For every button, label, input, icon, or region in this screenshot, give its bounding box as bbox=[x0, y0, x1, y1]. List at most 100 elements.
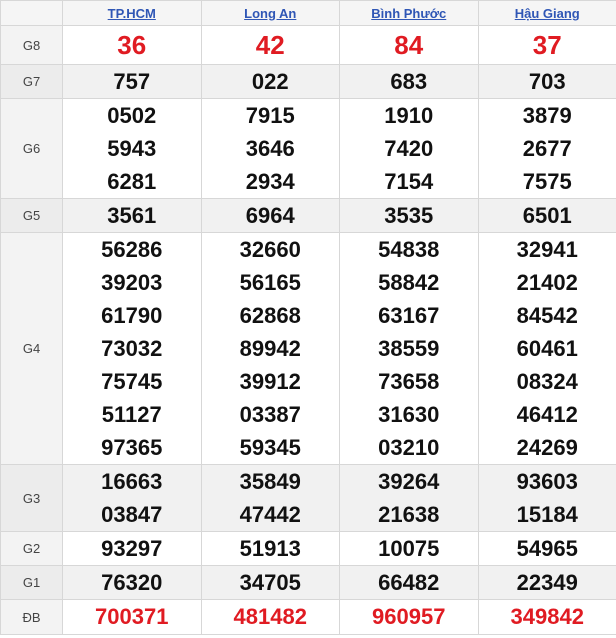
prize-cell: 36 bbox=[62, 25, 202, 65]
prize-row-g6: G6 0502 5943 6281 7915 3646 2934 1910 74… bbox=[0, 98, 616, 199]
prize-cell: 22349 bbox=[477, 565, 616, 600]
prize-number: 481482 bbox=[233, 604, 307, 629]
prize-number: 5943 bbox=[107, 136, 157, 161]
prize-number: 34705 bbox=[239, 570, 301, 595]
prize-number: 3646 bbox=[245, 136, 295, 161]
prize-number: 3535 bbox=[384, 203, 434, 228]
prize-number: 24269 bbox=[516, 435, 578, 460]
prize-cell: 703 bbox=[477, 64, 616, 99]
prize-cell: 481482 bbox=[200, 599, 340, 635]
prize-number: 51913 bbox=[239, 536, 301, 561]
prize-cell: 683 bbox=[339, 64, 479, 99]
province-link-binh-phuoc[interactable]: Bình Phước bbox=[371, 6, 446, 21]
prize-label: G1 bbox=[0, 565, 63, 600]
prize-number: 7575 bbox=[522, 169, 572, 194]
prize-number: 0502 bbox=[107, 103, 157, 128]
province-header-row: TP.HCM Long An Bình Phước Hậu Giang bbox=[0, 0, 616, 26]
prize-number: 56286 bbox=[101, 237, 163, 262]
province-link-long-an[interactable]: Long An bbox=[244, 6, 296, 21]
prize-row-g5: G5 3561 6964 3535 6501 bbox=[0, 198, 616, 233]
prize-number: 32941 bbox=[516, 237, 578, 262]
prize-number: 03387 bbox=[239, 402, 301, 427]
prize-cell: 42 bbox=[200, 25, 340, 65]
prize-number: 03210 bbox=[378, 435, 440, 460]
prize-number: 1910 bbox=[384, 103, 434, 128]
prize-number: 22349 bbox=[516, 570, 578, 595]
prize-cell: 56286 39203 61790 73032 75745 51127 9736… bbox=[62, 232, 202, 465]
prize-cell: 3561 bbox=[62, 198, 202, 233]
prize-number: 73032 bbox=[101, 336, 163, 361]
prize-number: 31630 bbox=[378, 402, 440, 427]
prize-number: 3879 bbox=[522, 103, 572, 128]
province-header-cell: Hậu Giang bbox=[477, 0, 616, 26]
prize-row-g1: G1 76320 34705 66482 22349 bbox=[0, 565, 616, 600]
prize-number: 08324 bbox=[516, 369, 578, 394]
prize-label: G2 bbox=[0, 531, 63, 566]
prize-label: G6 bbox=[0, 98, 63, 199]
prize-number: 6964 bbox=[245, 203, 295, 228]
prize-number: 47442 bbox=[239, 502, 301, 527]
prize-number: 16663 bbox=[101, 469, 163, 494]
prize-number: 39264 bbox=[378, 469, 440, 494]
prize-cell: 022 bbox=[200, 64, 340, 99]
prize-number: 63167 bbox=[378, 303, 440, 328]
prize-number: 76320 bbox=[101, 570, 163, 595]
prize-cell: 1910 7420 7154 bbox=[339, 98, 479, 199]
prize-number: 73658 bbox=[378, 369, 440, 394]
prize-number: 022 bbox=[251, 69, 289, 94]
prize-cell: 93297 bbox=[62, 531, 202, 566]
prize-number: 38559 bbox=[378, 336, 440, 361]
prize-number: 7154 bbox=[384, 169, 434, 194]
prize-cell: 6501 bbox=[477, 198, 616, 233]
prize-row-g8: G8 36 42 84 37 bbox=[0, 25, 616, 65]
prize-number: 6281 bbox=[107, 169, 157, 194]
prize-number: 960957 bbox=[372, 604, 446, 629]
province-link-hau-giang[interactable]: Hậu Giang bbox=[515, 6, 580, 21]
prize-number: 97365 bbox=[101, 435, 163, 460]
province-header-cell: Bình Phước bbox=[339, 0, 479, 26]
prize-row-g3: G3 16663 03847 35849 47442 39264 21638 9… bbox=[0, 464, 616, 532]
prize-number: 32660 bbox=[239, 237, 301, 262]
prize-number: 62868 bbox=[239, 303, 301, 328]
prize-number: 21638 bbox=[378, 502, 440, 527]
prize-cell: 54965 bbox=[477, 531, 616, 566]
prize-number: 84542 bbox=[516, 303, 578, 328]
prize-cell: 3535 bbox=[339, 198, 479, 233]
prize-number: 700371 bbox=[95, 604, 169, 629]
prize-number: 60461 bbox=[516, 336, 578, 361]
prize-number: 89942 bbox=[239, 336, 301, 361]
prize-cell: 16663 03847 bbox=[62, 464, 202, 532]
prize-number: 93603 bbox=[516, 469, 578, 494]
prize-number: 54965 bbox=[516, 536, 578, 561]
prize-cell: 76320 bbox=[62, 565, 202, 600]
prize-cell: 84 bbox=[339, 25, 479, 65]
prize-cell: 54838 58842 63167 38559 73658 31630 0321… bbox=[339, 232, 479, 465]
prize-number: 7420 bbox=[384, 136, 434, 161]
prize-cell: 3879 2677 7575 bbox=[477, 98, 616, 199]
province-link-tphcm[interactable]: TP.HCM bbox=[108, 6, 156, 21]
prize-label: ĐB bbox=[0, 599, 63, 635]
prize-number: 21402 bbox=[516, 270, 578, 295]
prize-row-special: ĐB 700371 481482 960957 349842 bbox=[0, 599, 616, 635]
prize-cell: 32660 56165 62868 89942 39912 03387 5934… bbox=[200, 232, 340, 465]
prize-label: G5 bbox=[0, 198, 63, 233]
prize-number: 46412 bbox=[516, 402, 578, 427]
header-corner-cell bbox=[0, 0, 63, 26]
prize-cell: 37 bbox=[477, 25, 616, 65]
prize-number: 59345 bbox=[239, 435, 301, 460]
prize-cell: 960957 bbox=[339, 599, 479, 635]
prize-label: G8 bbox=[0, 25, 63, 65]
prize-number: 58842 bbox=[378, 270, 440, 295]
prize-number: 61790 bbox=[101, 303, 163, 328]
prize-number: 757 bbox=[113, 69, 151, 94]
prize-cell: 700371 bbox=[62, 599, 202, 635]
prize-cell: 51913 bbox=[200, 531, 340, 566]
prize-number: 03847 bbox=[101, 502, 163, 527]
prize-number: 51127 bbox=[101, 402, 162, 427]
prize-cell: 34705 bbox=[200, 565, 340, 600]
prize-cell: 32941 21402 84542 60461 08324 46412 2426… bbox=[477, 232, 616, 465]
prize-number: 54838 bbox=[378, 237, 440, 262]
prize-row-g7: G7 757 022 683 703 bbox=[0, 64, 616, 99]
prize-number: 36 bbox=[117, 30, 147, 60]
prize-number: 35849 bbox=[239, 469, 301, 494]
